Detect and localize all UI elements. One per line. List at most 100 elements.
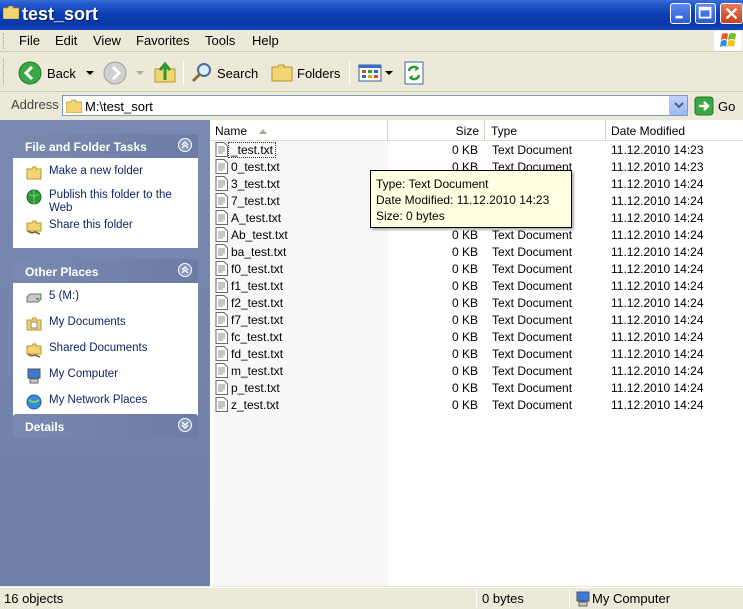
text-file-icon [215,346,228,361]
panel-header[interactable]: File and Folder Tasks [13,134,198,158]
text-file-icon [215,227,228,242]
file-row[interactable]: f1_test.txt 0 KB Text Document 11.12.2010 1… [210,277,743,294]
views-button[interactable] [358,59,394,87]
views-dropdown-icon[interactable] [384,68,394,78]
title-bar[interactable]: test_sort [0,0,743,30]
text-file-icon [215,363,228,378]
back-label: Back [47,65,76,81]
place-my-computer[interactable]: My Computer [14,368,197,388]
toolbar-separator [183,61,184,85]
menu-edit[interactable]: Edit [55,33,77,48]
folders-icon [271,64,293,82]
file-row[interactable]: f2_test.txt 0 KB Text Document 11.12.2010 1… [210,294,743,311]
menu-help[interactable]: Help [252,33,279,48]
text-file-icon [215,176,228,191]
file-name: f0_test.txt [231,262,284,276]
back-dropdown-icon[interactable] [84,68,96,78]
menu-tools[interactable]: Tools [205,33,235,48]
menu-view[interactable]: View [93,33,121,48]
text-file-icon [215,210,228,225]
place-label: My Computer [49,368,119,380]
text-file-icon [215,261,228,276]
column-header-type[interactable]: Type [485,120,606,140]
panel-title: Details [25,420,65,434]
file-row[interactable]: Ab_test.txt 0 KB Text Document 11.12.2010 1… [210,226,743,243]
file-name: _test.txt [228,142,277,158]
file-name: ba_test.txt [231,245,287,259]
place-shared-documents[interactable]: Shared Documents [14,342,197,362]
file-date: 11.12.2010 14:24 [611,245,704,259]
panel-header[interactable]: Other Places [13,259,198,283]
text-file-icon [215,380,228,395]
place-my-network[interactable]: My Network Places [14,394,197,414]
panel-body: 5 (M:) My Documents Shared Documents My … [13,283,198,423]
address-dropdown-button[interactable] [669,96,687,115]
panel-title: Other Places [25,265,99,279]
address-input[interactable]: M:\test_sort [62,95,688,116]
task-label: Publish this folder to the Web [49,189,172,214]
back-button[interactable]: Back [17,59,96,87]
file-date: 11.12.2010 14:24 [611,398,704,412]
file-name: A_test.txt [231,211,282,225]
file-size: 0 KB [451,313,478,327]
file-size: 0 KB [451,347,478,361]
file-type: Text Document [492,245,573,259]
column-header-date[interactable]: Date Modified [606,120,743,140]
minimize-icon [675,15,683,19]
file-name: z_test.txt [231,398,280,412]
file-date: 11.12.2010 14:24 [611,381,704,395]
tooltip-date: Date Modified: 11.12.2010 14:23 [376,193,550,207]
file-type: Text Document [492,279,573,293]
folders-button[interactable]: Folders [270,59,340,87]
forward-dropdown-icon[interactable] [134,68,146,78]
file-row[interactable]: fc_test.txt 0 KB Text Document 11.12.2010 1… [210,328,743,345]
file-name: fc_test.txt [231,330,283,344]
text-file-icon [215,329,228,344]
file-date: 11.12.2010 14:24 [611,313,704,327]
close-button[interactable] [720,3,743,24]
collapse-icon[interactable] [178,263,192,277]
sync-button[interactable] [403,59,425,87]
file-size: 0 KB [451,245,478,259]
file-row[interactable]: m_test.txt 0 KB Text Document 11.12.2010 14… [210,362,743,379]
up-folder-button[interactable] [153,59,177,87]
file-row[interactable]: ba_test.txt 0 KB Text Document 11.12.2010 1… [210,243,743,260]
panel-header[interactable]: Details [13,414,198,438]
text-file-icon [215,244,228,259]
file-size: 0 KB [451,398,478,412]
place-my-documents[interactable]: My Documents [14,316,197,336]
file-row[interactable]: f0_test.txt 0 KB Text Document 11.12.2010 1… [210,260,743,277]
menu-file[interactable]: File [19,33,40,48]
toolbar: Back Search Folders [0,53,743,92]
minimize-button[interactable] [670,3,691,24]
file-date: 11.12.2010 14:24 [611,347,704,361]
task-share-folder[interactable]: Share this folder [14,219,197,239]
place-drive[interactable]: 5 (M:) [14,290,197,310]
column-name-label: Name [215,124,248,138]
menu-favorites[interactable]: Favorites [136,33,189,48]
file-type: Text Document [492,228,573,242]
maximize-button[interactable] [695,3,716,24]
collapse-icon[interactable] [178,138,192,152]
column-header-size[interactable]: Size [388,120,485,140]
file-row[interactable]: z_test.txt 0 KB Text Document 11.12.2010 14… [210,396,743,413]
window-title: test_sort [22,4,99,24]
task-publish-web[interactable]: Publish this folder to the Web [14,189,197,215]
file-type: Text Document [492,296,573,310]
file-row[interactable]: fd_test.txt 0 KB Text Document 11.12.2010 1… [210,345,743,362]
expand-icon[interactable] [178,418,192,432]
go-button[interactable]: Go [694,96,735,116]
file-row[interactable]: f7_test.txt 0 KB Text Document 11.12.2010 1… [210,311,743,328]
file-type: Text Document [492,398,573,412]
file-row[interactable]: p_test.txt 0 KB Text Document 11.12.2010 14… [210,379,743,396]
file-type: Text Document [492,347,573,361]
forward-button[interactable] [102,59,146,87]
column-header-name[interactable]: Name [210,120,388,140]
drive-icon [26,293,42,303]
windows-logo-icon [714,31,742,51]
file-row[interactable]: _test.txt 0 KB Text Document 11.12.2010 14:… [210,141,743,158]
file-name: 7_test.txt [231,194,280,208]
file-list[interactable]: Name Size Type Date Modified _test.txt 0 … [210,120,743,586]
search-button[interactable]: Search [190,59,258,87]
task-make-folder[interactable]: Make a new folder [14,165,197,185]
